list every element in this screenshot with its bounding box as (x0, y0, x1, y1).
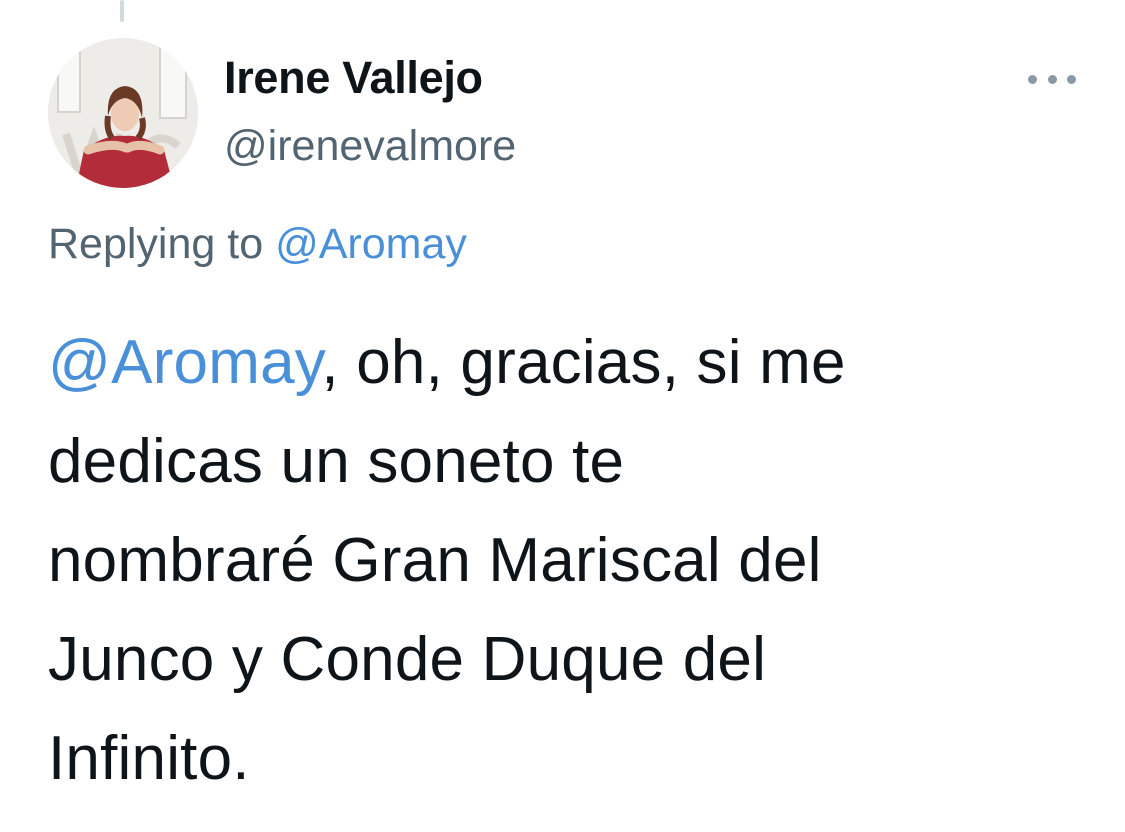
tweet-body-line: Junco y Conde Duque del (48, 625, 767, 694)
author-block: Irene Vallejo @irenevalmore (224, 50, 516, 172)
reply-context: Replying to @Aromay (48, 216, 467, 272)
reply-context-label: Replying to (48, 220, 264, 268)
more-dots-icon (1047, 74, 1057, 84)
author-display-name[interactable]: Irene Vallejo (224, 50, 516, 106)
more-dots-icon (1067, 74, 1076, 84)
avatar-photo-icon (48, 38, 198, 188)
tweet-body-line: dedicas un soneto te (48, 427, 625, 496)
tweet-body-line: @Aromay, oh, gracias, si me (48, 313, 1088, 412)
tweet-body-text: , oh, gracias, si me (321, 328, 846, 397)
tweet-body-line: Infinito. (48, 724, 250, 793)
tweet-body: @Aromay, oh, gracias, si me dedicas un s… (48, 313, 1088, 808)
tweet-body-line: nombraré Gran Mariscal del (48, 526, 822, 595)
author-handle[interactable]: @irenevalmore (224, 120, 516, 172)
more-dots-icon (1028, 74, 1037, 84)
avatar[interactable] (48, 38, 198, 188)
reply-context-mention-link[interactable]: @Aromay (275, 220, 467, 268)
more-options-button[interactable] (1028, 66, 1076, 92)
tweet-body-mention-link[interactable]: @Aromay (48, 328, 321, 397)
thread-connector-line (120, 0, 124, 22)
